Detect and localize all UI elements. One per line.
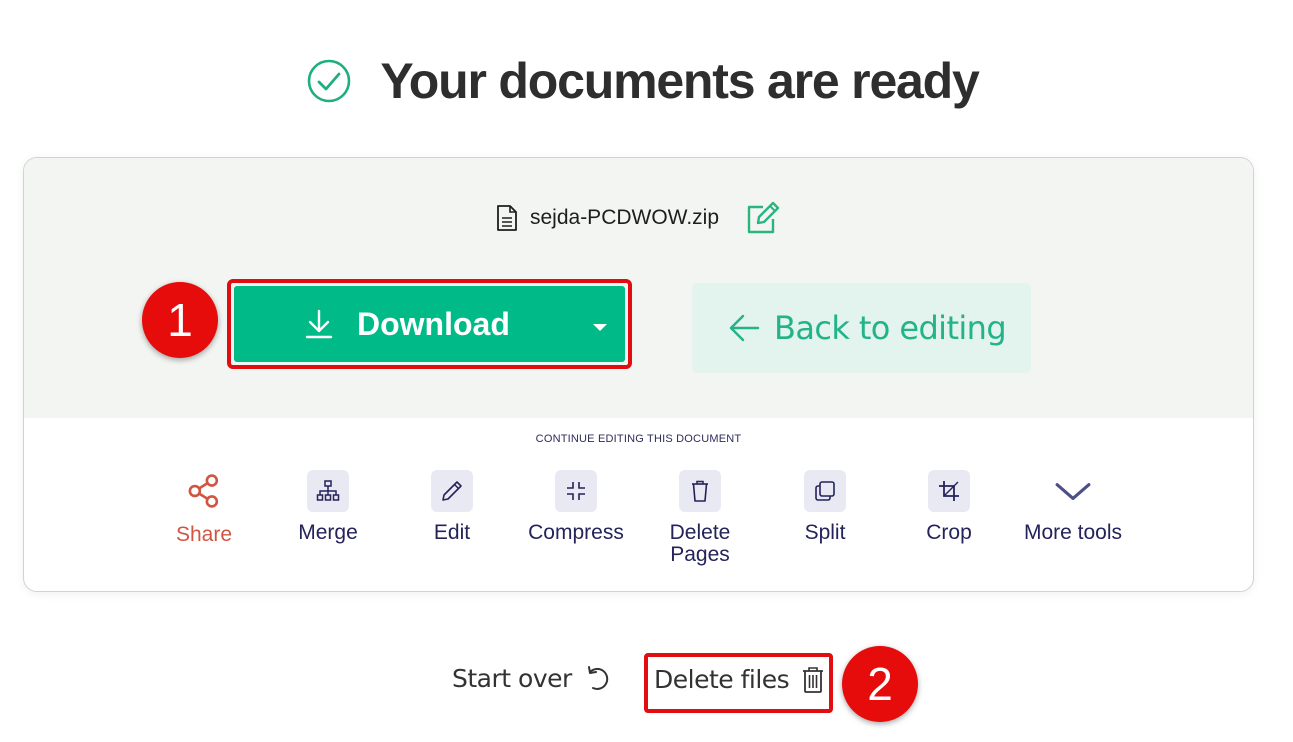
compress-icon	[567, 482, 585, 500]
tool-edit[interactable]: Edit	[387, 470, 517, 544]
edit-square-icon[interactable]	[745, 201, 781, 235]
tool-label: Merge	[298, 521, 358, 544]
arrow-left-icon	[729, 314, 760, 342]
tool-more-tools[interactable]: More tools	[1008, 470, 1138, 544]
back-to-editing-button[interactable]: Back to editing	[692, 283, 1031, 373]
copy-icon	[815, 481, 835, 501]
compress-icon-box	[555, 470, 597, 512]
crop-icon-box	[928, 470, 970, 512]
file-info: sejda-PCDWOW.zip	[24, 200, 1253, 236]
sitemap-icon	[316, 480, 340, 501]
continue-editing-heading: CONTINUE EDITING THIS DOCUMENT	[535, 433, 742, 445]
download-highlight: Download	[227, 279, 632, 369]
tool-crop[interactable]: Crop	[884, 470, 1014, 544]
crop-icon	[939, 481, 959, 501]
start-over-button[interactable]: Start over	[452, 664, 612, 693]
share-icon	[188, 474, 219, 508]
check-circle-icon	[308, 59, 351, 103]
caret-down-icon[interactable]	[593, 324, 607, 331]
back-to-editing-label: Back to editing	[774, 309, 1007, 347]
delete-files-label: Delete files	[654, 665, 790, 694]
merge-icon-box	[307, 470, 349, 512]
tool-label: Crop	[926, 521, 972, 544]
download-arrow-icon	[305, 309, 333, 339]
trash-icon	[692, 480, 708, 502]
edit-icon-box	[431, 470, 473, 512]
page-header: Your documents are ready	[0, 46, 1293, 116]
share-icon-box	[183, 470, 225, 512]
tool-label: Compress	[528, 521, 624, 544]
tool-label: More tools	[1023, 521, 1123, 544]
tool-merge[interactable]: Merge	[263, 470, 393, 544]
annotation-badge-2: 2	[842, 646, 918, 722]
tool-share[interactable]: Share	[139, 470, 269, 546]
file-name: sejda-PCDWOW.zip	[529, 206, 720, 229]
result-card: sejda-PCDWOW.zip Download Back to editin…	[23, 157, 1254, 592]
tool-compress[interactable]: Compress	[511, 470, 641, 544]
tool-delete-pages[interactable]: Delete Pages	[635, 470, 765, 566]
tool-split[interactable]: Split	[760, 470, 890, 544]
delete-files-highlight: Delete files	[644, 653, 833, 713]
undo-icon	[587, 665, 608, 690]
document-icon	[497, 205, 517, 231]
download-label: Download	[357, 306, 510, 342]
trash-icon	[803, 666, 824, 693]
page-title: Your documents are ready	[380, 53, 979, 109]
start-over-label: Start over	[452, 664, 572, 693]
tool-label: Delete Pages	[669, 521, 731, 566]
more-tools-icon-box	[1052, 470, 1094, 512]
tool-label: Split	[804, 521, 846, 544]
split-icon-box	[804, 470, 846, 512]
download-panel: sejda-PCDWOW.zip Download Back to editin…	[24, 158, 1253, 418]
download-button[interactable]: Download	[234, 286, 625, 362]
delete-files-button[interactable]: Delete files	[654, 665, 825, 694]
tool-label: Edit	[433, 521, 471, 544]
pencil-icon	[442, 481, 462, 501]
delete-pages-icon-box	[679, 470, 721, 512]
chevron-down-icon	[1055, 483, 1091, 500]
annotation-badge-1: 1	[142, 282, 218, 358]
tool-label: Share	[175, 523, 233, 546]
